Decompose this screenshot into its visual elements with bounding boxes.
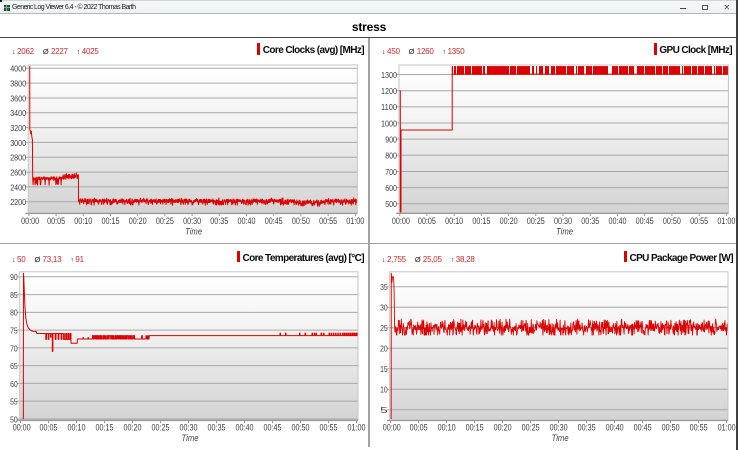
svg-text:00:40: 00:40 <box>606 422 624 432</box>
svg-text:00:00: 00:00 <box>392 216 410 226</box>
svg-text:30: 30 <box>380 303 388 313</box>
svg-text:15: 15 <box>380 364 388 374</box>
svg-text:00:25: 00:25 <box>527 216 545 226</box>
svg-text:01:00: 01:00 <box>718 422 736 432</box>
svg-text:00:10: 00:10 <box>438 422 456 432</box>
svg-text:4000: 4000 <box>10 64 26 74</box>
svg-text:80: 80 <box>10 308 18 318</box>
svg-text:00:35: 00:35 <box>210 216 228 226</box>
svg-text:00:50: 00:50 <box>292 422 310 432</box>
svg-text:90: 90 <box>10 272 18 282</box>
svg-text:00:45: 00:45 <box>265 216 283 226</box>
svg-text:3400: 3400 <box>10 108 26 118</box>
svg-text:75: 75 <box>10 326 18 336</box>
svg-text:00:05: 00:05 <box>40 422 58 432</box>
svg-text:00:45: 00:45 <box>634 422 652 432</box>
svg-text:60: 60 <box>10 379 18 389</box>
svg-text:Time: Time <box>182 433 199 443</box>
svg-text:1100: 1100 <box>381 102 397 112</box>
svg-text:00:00: 00:00 <box>21 216 39 226</box>
svg-text:00:10: 00:10 <box>445 216 463 226</box>
svg-text:00:40: 00:40 <box>238 216 256 226</box>
svg-text:2800: 2800 <box>10 153 26 163</box>
svg-text:00:00: 00:00 <box>383 422 401 432</box>
svg-text:00:40: 00:40 <box>236 422 254 432</box>
svg-text:00:50: 00:50 <box>662 422 680 432</box>
svg-text:500: 500 <box>385 199 397 209</box>
svg-text:35: 35 <box>380 282 388 292</box>
svg-text:00:20: 00:20 <box>124 422 142 432</box>
svg-text:00:20: 00:20 <box>129 216 147 226</box>
svg-text:00:15: 00:15 <box>466 422 484 432</box>
svg-text:800: 800 <box>385 151 397 161</box>
svg-text:2400: 2400 <box>10 182 26 192</box>
svg-text:85: 85 <box>10 290 18 300</box>
svg-text:00:15: 00:15 <box>96 422 114 432</box>
svg-text:2600: 2600 <box>10 167 26 177</box>
svg-text:00:25: 00:25 <box>156 216 174 226</box>
svg-text:00:55: 00:55 <box>690 216 708 226</box>
svg-text:20: 20 <box>380 344 388 354</box>
svg-text:00:15: 00:15 <box>102 216 120 226</box>
svg-text:01:00: 01:00 <box>348 422 366 432</box>
svg-text:900: 900 <box>385 135 397 145</box>
svg-text:5: 5 <box>380 405 388 415</box>
svg-text:00:05: 00:05 <box>410 422 428 432</box>
svg-text:3800: 3800 <box>10 79 26 89</box>
svg-text:600: 600 <box>385 183 397 193</box>
svg-text:00:25: 00:25 <box>152 422 170 432</box>
svg-text:00:10: 00:10 <box>74 216 92 226</box>
svg-text:3000: 3000 <box>10 138 26 148</box>
svg-text:00:40: 00:40 <box>608 216 626 226</box>
svg-text:00:35: 00:35 <box>208 422 226 432</box>
svg-text:2200: 2200 <box>10 197 26 207</box>
svg-text:1000: 1000 <box>381 118 397 128</box>
svg-text:00:30: 00:30 <box>180 422 198 432</box>
svg-text:00:05: 00:05 <box>47 216 65 226</box>
svg-text:10: 10 <box>380 385 388 395</box>
svg-text:01:00: 01:00 <box>346 216 364 226</box>
svg-text:1200: 1200 <box>381 86 397 96</box>
svg-text:3600: 3600 <box>10 93 26 103</box>
svg-text:Time: Time <box>552 433 569 443</box>
svg-text:00:55: 00:55 <box>319 216 337 226</box>
svg-text:3200: 3200 <box>10 123 26 133</box>
svg-text:00:50: 00:50 <box>663 216 681 226</box>
svg-text:700: 700 <box>385 167 397 177</box>
svg-text:00:00: 00:00 <box>13 422 31 432</box>
svg-text:00:10: 00:10 <box>68 422 86 432</box>
svg-text:00:15: 00:15 <box>472 216 490 226</box>
svg-text:70: 70 <box>10 343 18 353</box>
svg-text:00:55: 00:55 <box>320 422 338 432</box>
svg-text:00:45: 00:45 <box>264 422 282 432</box>
svg-text:Time: Time <box>185 227 202 237</box>
svg-text:Time: Time <box>556 227 573 237</box>
svg-text:25: 25 <box>380 323 388 333</box>
svg-text:00:20: 00:20 <box>494 422 512 432</box>
svg-text:1300: 1300 <box>381 70 397 80</box>
svg-text:01:00: 01:00 <box>717 216 735 226</box>
svg-text:00:30: 00:30 <box>183 216 201 226</box>
svg-text:55: 55 <box>10 397 18 407</box>
svg-text:65: 65 <box>10 361 18 371</box>
svg-text:00:30: 00:30 <box>554 216 572 226</box>
svg-text:00:35: 00:35 <box>581 216 599 226</box>
svg-text:00:50: 00:50 <box>292 216 310 226</box>
svg-text:00:45: 00:45 <box>636 216 654 226</box>
svg-text:00:30: 00:30 <box>550 422 568 432</box>
svg-text:00:55: 00:55 <box>690 422 708 432</box>
svg-text:00:35: 00:35 <box>578 422 596 432</box>
svg-text:00:05: 00:05 <box>418 216 436 226</box>
svg-text:00:20: 00:20 <box>500 216 518 226</box>
svg-text:00:25: 00:25 <box>522 422 540 432</box>
